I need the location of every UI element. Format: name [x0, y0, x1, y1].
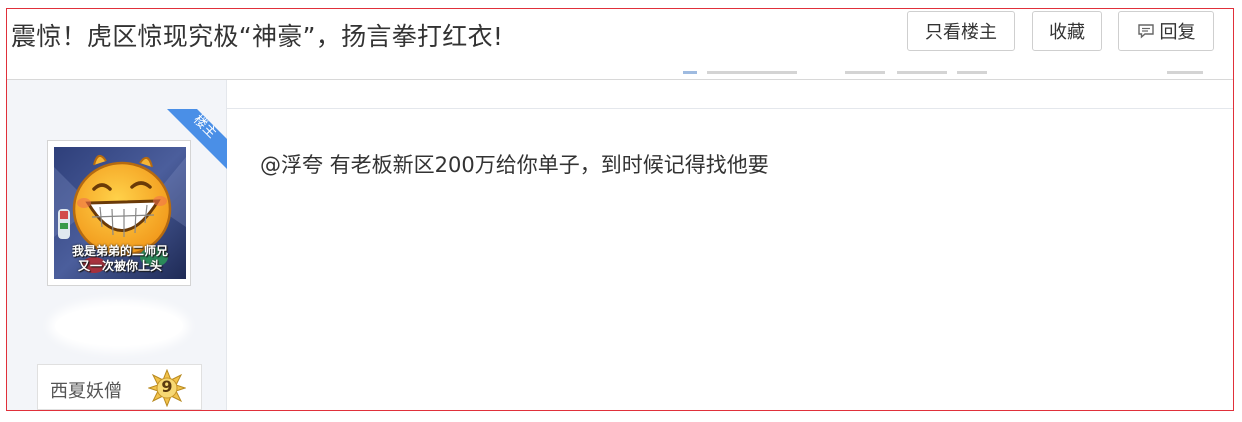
- author-card: 西夏妖僧 9: [37, 364, 202, 410]
- cropped-toolbar-remnants: [7, 71, 1233, 79]
- post-frame: 震惊！虎区惊现究极“神豪”，扬言拳打红衣! 只看楼主 收藏 回复 楼主 我是弟弟…: [6, 8, 1234, 411]
- avatar[interactable]: 我是弟弟的二师兄 又一次被你上头: [47, 140, 191, 286]
- thread-title: 震惊！虎区惊现究极“神豪”，扬言拳打红衣!: [11, 22, 504, 51]
- post-divider: [226, 108, 1233, 109]
- favorite-button[interactable]: 收藏: [1032, 11, 1102, 51]
- avatar-caption-line-2: 又一次被你上头: [77, 259, 162, 273]
- author-level: 9: [161, 377, 173, 396]
- laughing-emoji-avatar-icon: 我是弟弟的二师兄 又一次被你上头: [54, 147, 186, 279]
- post-content: @浮夸 有老板新区200万给你单子，到时候记得找他要: [260, 153, 769, 177]
- only-op-button[interactable]: 只看楼主: [907, 11, 1015, 51]
- reply-label: 回复: [1159, 22, 1196, 43]
- redacted-mark: [55, 306, 183, 346]
- reply-button[interactable]: 回复: [1118, 11, 1214, 51]
- comment-icon: [1137, 22, 1155, 40]
- author-name[interactable]: 西夏妖僧: [50, 377, 122, 403]
